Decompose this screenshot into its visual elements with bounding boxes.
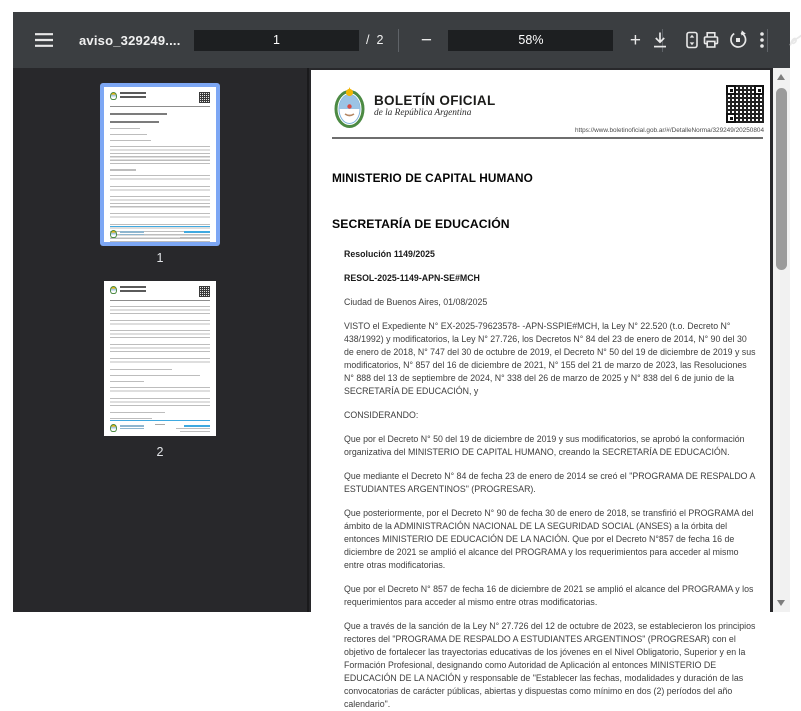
- pen-squiggle-icon: [787, 30, 801, 50]
- resolution-number: Resolución 1149/2025: [344, 248, 758, 261]
- mini-coat-of-arms-icon: [110, 92, 117, 100]
- page-number-input[interactable]: [194, 30, 359, 51]
- scroll-down-arrow-icon[interactable]: [777, 600, 785, 606]
- secretariat-heading: SECRETARÍA DE EDUCACIÓN: [332, 218, 764, 231]
- mini-coat-of-arms-icon: [110, 424, 117, 432]
- paragraph: Que por el Decreto N° 857 de fecha 16 de…: [344, 583, 758, 609]
- zoom-level-input[interactable]: [448, 30, 613, 51]
- page-1-preview: [104, 87, 216, 242]
- boletin-subtitle: de la República Argentina: [374, 108, 496, 119]
- page-total: 2: [376, 33, 383, 47]
- page-divider: /: [366, 33, 369, 47]
- header-rule: [332, 137, 763, 139]
- document-viewport: BOLETÍN OFICIAL de la República Argentin…: [309, 68, 773, 612]
- vertical-ellipsis-icon: [752, 30, 772, 50]
- mini-qr-code: [199, 92, 210, 103]
- vertical-scrollbar[interactable]: [773, 68, 790, 612]
- paragraph: Que por el Decreto N° 50 del 19 de dicie…: [344, 433, 758, 459]
- scroll-up-arrow-icon[interactable]: [777, 74, 785, 80]
- menu-button[interactable]: [30, 26, 58, 54]
- more-options-button[interactable]: [748, 26, 776, 54]
- ministry-heading: MINISTERIO DE CAPITAL HUMANO: [332, 172, 764, 185]
- thumbnail-label-2: 2: [157, 445, 164, 459]
- paragraph: Que mediante el Decreto N° 84 de fecha 2…: [344, 470, 758, 496]
- print-icon: [701, 30, 721, 50]
- place-date: Ciudad de Buenos Aires, 01/08/2025: [344, 296, 758, 309]
- pdf-viewer: aviso_329249.... / 2 − +: [13, 12, 790, 612]
- coat-of-arms-logo: [332, 87, 367, 129]
- zoom-out-button[interactable]: −: [414, 26, 438, 54]
- viewer-content: 1: [13, 68, 790, 612]
- print-button[interactable]: [697, 26, 725, 54]
- mini-coat-of-arms-icon: [110, 230, 117, 238]
- mini-qr-code: [199, 286, 210, 297]
- boletin-title: BOLETÍN OFICIAL: [374, 93, 496, 108]
- document-page-1: BOLETÍN OFICIAL de la República Argentin…: [311, 70, 770, 612]
- resolution-code: RESOL-2025-1149-APN-SE#MCH: [344, 272, 758, 285]
- mini-coat-of-arms-icon: [110, 286, 117, 294]
- qr-code: [726, 85, 764, 123]
- paragraph: VISTO el Expediente N° EX-2025-79623578-…: [344, 320, 758, 398]
- download-icon: [650, 30, 670, 50]
- scrollbar-thumb[interactable]: [776, 88, 787, 270]
- pdf-toolbar: aviso_329249.... / 2 − +: [13, 12, 790, 68]
- paragraph: CONSIDERANDO:: [344, 409, 758, 422]
- toolbar-divider: [398, 29, 399, 52]
- page-2-preview: [104, 281, 216, 436]
- download-button[interactable]: [646, 26, 674, 54]
- document-body: Resolución 1149/2025 RESOL-2025-1149-APN…: [344, 248, 758, 711]
- zoom-in-button[interactable]: +: [623, 26, 647, 54]
- thumbnail-sidebar: 1: [13, 68, 307, 612]
- annotate-button[interactable]: [783, 26, 801, 54]
- hamburger-icon: [35, 33, 53, 47]
- thumbnail-label-1: 1: [157, 251, 164, 265]
- paragraph: Que a través de la sanción de la Ley N° …: [344, 620, 758, 711]
- document-title: aviso_329249....: [79, 33, 181, 48]
- norm-url: https://www.boletinoficial.gob.ar/#/Deta…: [575, 127, 764, 134]
- paragraph: Que posteriormente, por el Decreto N° 90…: [344, 507, 758, 572]
- thumbnail-page-1[interactable]: [100, 83, 220, 246]
- thumbnail-page-2[interactable]: [100, 277, 220, 440]
